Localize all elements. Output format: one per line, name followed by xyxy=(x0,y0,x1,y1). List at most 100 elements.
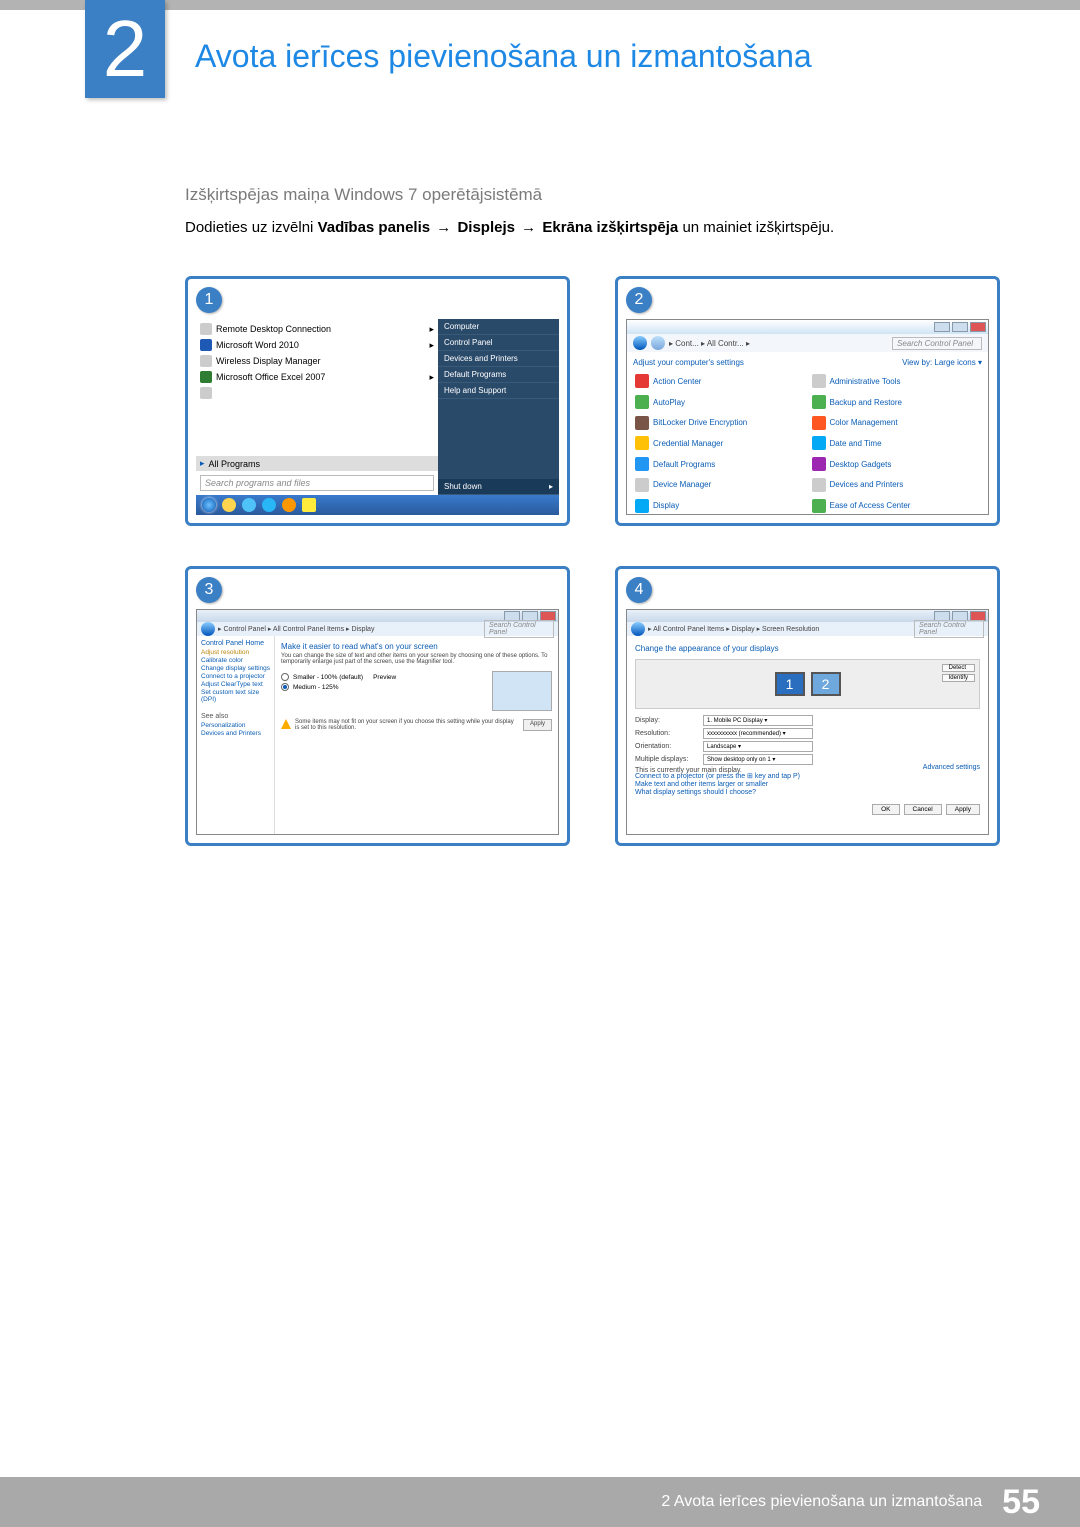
s4-window: ▸ All Control Panel Items ▸ Display ▸ Sc… xyxy=(626,609,989,835)
s3-toolbar: ▸ Control Panel ▸ All Control Panel Item… xyxy=(197,622,558,636)
breadcrumb[interactable]: ▸ Cont... ▸ All Contr... ▸ xyxy=(669,339,750,348)
instr-bold-3: Ekrāna izšķirtspēja xyxy=(542,219,678,236)
tools-icon xyxy=(812,374,826,388)
display-select[interactable]: 1. Mobile PC Display ▾ xyxy=(703,715,813,726)
multidisplay-select[interactable]: Show desktop only on 1 ▾ xyxy=(703,754,813,765)
cp-label: Display xyxy=(653,501,679,510)
monitor-2[interactable]: 2 xyxy=(811,672,841,696)
flag-icon xyxy=(635,374,649,388)
close-button[interactable] xyxy=(970,322,986,332)
monitor-1[interactable]: 1 xyxy=(775,672,805,696)
breadcrumb[interactable]: ▸ Control Panel ▸ All Control Panel Item… xyxy=(218,625,374,633)
taskbar-icon[interactable] xyxy=(282,498,296,512)
instr-suffix: un mainiet izšķirtspēju. xyxy=(682,219,834,236)
minimize-button[interactable] xyxy=(934,322,950,332)
start-search-input[interactable]: Search programs and files xyxy=(200,475,434,491)
s2-heading: Adjust your computer's settings xyxy=(633,358,744,367)
orientation-select[interactable]: Landscape ▾ xyxy=(703,741,813,752)
projector-link[interactable]: Connect to a projector (or press the ⊞ k… xyxy=(635,772,980,780)
cp-item[interactable]: Default Programs xyxy=(635,456,804,473)
screenshots-grid: 1 Remote Desktop Connection▸ Microsoft W… xyxy=(185,276,1000,846)
cp-item[interactable]: Credential Manager xyxy=(635,435,804,452)
detect-button[interactable]: Detect xyxy=(942,664,975,672)
all-programs[interactable]: ▸ All Programs xyxy=(196,456,438,471)
explorer-icon[interactable] xyxy=(302,498,316,512)
cp-item[interactable]: AutoPlay xyxy=(635,394,804,411)
maximize-button[interactable] xyxy=(952,322,968,332)
s4-headline: Change the appearance of your displays xyxy=(635,644,980,653)
cp-item[interactable]: Action Center xyxy=(635,373,804,390)
cancel-button[interactable]: Cancel xyxy=(904,804,942,815)
s1-item[interactable] xyxy=(200,385,434,401)
s3-window: ▸ Control Panel ▸ All Control Panel Item… xyxy=(196,609,559,835)
page-number: 55 xyxy=(1002,1483,1040,1522)
step-badge-2: 2 xyxy=(626,287,652,313)
chapter-number-box: 2 xyxy=(85,0,165,98)
cp-label: Administrative Tools xyxy=(830,377,901,386)
cp-item[interactable]: Color Management xyxy=(812,414,981,431)
s1-right-item[interactable]: Computer xyxy=(438,319,559,335)
s4-toolbar: ▸ All Control Panel Items ▸ Display ▸ Sc… xyxy=(627,622,988,636)
s1-item[interactable]: Wireless Display Manager xyxy=(200,353,434,369)
s1-right-item[interactable]: Devices and Printers xyxy=(438,351,559,367)
cp-item[interactable]: BitLocker Drive Encryption xyxy=(635,414,804,431)
s1-item[interactable]: Microsoft Office Excel 2007▸ xyxy=(200,369,434,385)
see-also-link[interactable]: Devices and Printers xyxy=(201,730,270,737)
s1-right-item[interactable]: Control Panel xyxy=(438,335,559,351)
cp-item[interactable]: Display xyxy=(635,497,804,514)
nav-back-icon[interactable] xyxy=(631,622,645,636)
cp-label: Date and Time xyxy=(830,439,882,448)
nav-back-icon[interactable] xyxy=(201,622,215,636)
cp-label: BitLocker Drive Encryption xyxy=(653,418,747,427)
s3-body: Control Panel Home Adjust resolution Cal… xyxy=(197,636,558,834)
sidebar-link[interactable]: Change display settings xyxy=(201,665,270,672)
warning-text: Some items may not fit on your screen if… xyxy=(295,719,519,731)
display-arrangement[interactable]: 1 2 Detect Identify xyxy=(635,659,980,709)
cp-item[interactable]: Desktop Gadgets xyxy=(812,456,981,473)
resolution-select[interactable]: xxxxxxxxxx (recommended) ▾ xyxy=(703,728,813,739)
view-by-select[interactable]: View by: Large icons ▾ xyxy=(902,358,982,367)
sidebar-link[interactable]: Adjust ClearType text xyxy=(201,681,270,688)
identify-button[interactable]: Identify xyxy=(942,674,975,682)
nav-fwd-icon[interactable] xyxy=(651,336,665,350)
text-size-link[interactable]: Make text and other items larger or smal… xyxy=(635,781,980,788)
see-also-header: See also xyxy=(201,713,270,720)
cp-item[interactable]: Administrative Tools xyxy=(812,373,981,390)
ok-button[interactable]: OK xyxy=(872,804,899,815)
cp-item[interactable]: Date and Time xyxy=(812,435,981,452)
sidebar-link[interactable]: Calibrate color xyxy=(201,657,270,664)
cp-label: Desktop Gadgets xyxy=(830,460,892,469)
s1-right-item[interactable]: Default Programs xyxy=(438,367,559,383)
cp-item[interactable]: Device Manager xyxy=(635,477,804,494)
cp-label: Ease of Access Center xyxy=(830,501,911,510)
backup-icon xyxy=(812,395,826,409)
taskbar-icon[interactable] xyxy=(242,498,256,512)
shutdown-button[interactable]: Shut down▸ xyxy=(438,479,559,495)
cp-label: Credential Manager xyxy=(653,439,723,448)
ie-icon[interactable] xyxy=(262,498,276,512)
apply-button[interactable]: Apply xyxy=(946,804,980,815)
sidebar-link[interactable]: Adjust resolution xyxy=(201,649,270,656)
apply-button[interactable]: Apply xyxy=(523,719,552,731)
search-input[interactable]: Search Control Panel xyxy=(892,337,982,350)
see-also-link[interactable]: Personalization xyxy=(201,722,270,729)
what-settings-link[interactable]: What display settings should I choose? xyxy=(635,789,980,796)
cp-item[interactable]: Backup and Restore xyxy=(812,394,981,411)
start-orb-icon[interactable] xyxy=(202,498,216,512)
s1-item[interactable]: Microsoft Word 2010▸ xyxy=(200,337,434,353)
sidebar-link[interactable]: Connect to a projector xyxy=(201,673,270,680)
size-option-100[interactable]: Smaller - 100% (default)Preview xyxy=(281,673,486,681)
warning-row: Some items may not fit on your screen if… xyxy=(281,719,552,731)
s1-item-label: Wireless Display Manager xyxy=(216,356,321,366)
screenshot-1: 1 Remote Desktop Connection▸ Microsoft W… xyxy=(185,276,570,526)
taskbar-icon[interactable] xyxy=(222,498,236,512)
size-option-125[interactable]: Medium - 125% xyxy=(281,683,486,691)
cp-item[interactable]: Ease of Access Center xyxy=(812,497,981,514)
screenshot-3: 3 ▸ Control Panel ▸ All Control Panel It… xyxy=(185,566,570,846)
cp-item[interactable]: Devices and Printers xyxy=(812,477,981,494)
sidebar-link[interactable]: Set custom text size (DPI) xyxy=(201,689,270,703)
s1-right-item[interactable]: Help and Support xyxy=(438,383,559,399)
nav-back-icon[interactable] xyxy=(633,336,647,350)
breadcrumb[interactable]: ▸ All Control Panel Items ▸ Display ▸ Sc… xyxy=(648,625,819,633)
s1-item[interactable]: Remote Desktop Connection▸ xyxy=(200,321,434,337)
